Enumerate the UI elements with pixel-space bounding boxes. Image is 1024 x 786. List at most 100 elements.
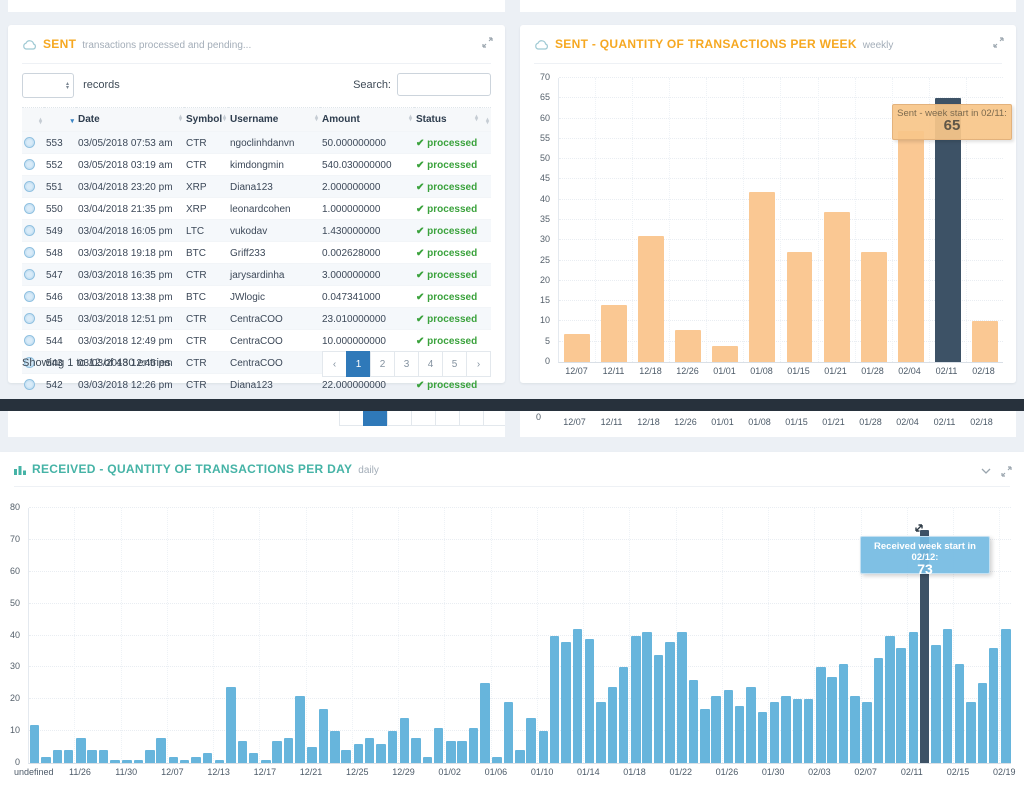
- bar[interactable]: [110, 760, 120, 763]
- bar[interactable]: [330, 731, 340, 763]
- table-row[interactable]: 55003/04/2018 21:35 pmXRPleonardcohen1.0…: [22, 198, 491, 220]
- bar[interactable]: [758, 712, 768, 763]
- bar[interactable]: [677, 632, 687, 763]
- bar[interactable]: [550, 636, 560, 764]
- bar[interactable]: [839, 664, 849, 763]
- bar[interactable]: [30, 725, 40, 763]
- bar[interactable]: [573, 629, 583, 763]
- bar[interactable]: [87, 750, 97, 763]
- bar[interactable]: [469, 728, 479, 763]
- column-header[interactable]: Amount▴▾: [320, 108, 414, 132]
- column-header[interactable]: ▴▾: [480, 108, 491, 132]
- table-row[interactable]: 54903/04/2018 16:05 pmLTCvukodav1.430000…: [22, 220, 491, 242]
- bar[interactable]: [134, 760, 144, 763]
- bar[interactable]: [735, 706, 745, 763]
- bar[interactable]: [122, 760, 132, 763]
- bar[interactable]: [619, 667, 629, 763]
- bar[interactable]: [874, 658, 884, 763]
- bar[interactable]: [261, 760, 271, 763]
- bar[interactable]: [781, 696, 791, 763]
- bar[interactable]: [180, 760, 190, 763]
- bar[interactable]: [504, 702, 514, 763]
- bar[interactable]: [411, 738, 421, 764]
- pagination-page[interactable]: [387, 411, 412, 426]
- bar[interactable]: [898, 131, 924, 362]
- pagination-page[interactable]: [411, 411, 436, 426]
- pagination-page[interactable]: [435, 411, 460, 426]
- table-row[interactable]: 54703/03/2018 16:35 pmCTRjarysardinha3.0…: [22, 264, 491, 286]
- bar[interactable]: [631, 636, 641, 764]
- bar[interactable]: [804, 699, 814, 763]
- bar[interactable]: [492, 757, 502, 763]
- bar[interactable]: [400, 718, 410, 763]
- bar[interactable]: [931, 645, 941, 763]
- row-detail-icon[interactable]: [24, 313, 35, 324]
- table-row[interactable]: 54503/03/2018 12:51 pmCTRCentraCOO23.010…: [22, 308, 491, 330]
- pagination-next[interactable]: [483, 411, 505, 426]
- bar[interactable]: [480, 683, 490, 763]
- bar[interactable]: [376, 744, 386, 763]
- chevron-down-icon[interactable]: [981, 468, 991, 475]
- table-row[interactable]: 54403/03/2018 12:49 pmCTRCentraCOO10.000…: [22, 330, 491, 352]
- bar[interactable]: [724, 690, 734, 763]
- bar[interactable]: [272, 741, 282, 763]
- bar[interactable]: [457, 741, 467, 763]
- bar[interactable]: [827, 677, 837, 763]
- bar[interactable]: [99, 750, 109, 763]
- row-detail-icon[interactable]: [24, 291, 35, 302]
- bar[interactable]: [53, 750, 63, 763]
- records-select[interactable]: ▴▾: [22, 73, 74, 98]
- bar[interactable]: [64, 750, 74, 763]
- table-row[interactable]: 55303/05/2018 07:53 amCTRngoclinhdanvn50…: [22, 132, 491, 154]
- column-header[interactable]: ▴▾: [22, 108, 44, 132]
- bar[interactable]: [515, 750, 525, 763]
- bar[interactable]: [972, 321, 998, 362]
- pagination-page[interactable]: 5: [442, 351, 467, 377]
- bar[interactable]: [989, 648, 999, 763]
- pagination-next[interactable]: ›: [466, 351, 491, 377]
- column-header[interactable]: ▾: [44, 108, 76, 132]
- bar[interactable]: [76, 738, 86, 764]
- bar[interactable]: [203, 753, 213, 763]
- bar[interactable]: [665, 642, 675, 763]
- row-detail-icon[interactable]: [24, 335, 35, 346]
- bar[interactable]: [861, 252, 887, 362]
- bar[interactable]: [423, 757, 433, 763]
- bar[interactable]: [319, 709, 329, 763]
- bar[interactable]: [689, 680, 699, 763]
- bar[interactable]: [824, 212, 850, 362]
- bar[interactable]: [608, 687, 618, 764]
- bar[interactable]: [909, 632, 919, 763]
- search-input[interactable]: [397, 73, 491, 96]
- column-header[interactable]: Date▴▾: [76, 108, 184, 132]
- bar[interactable]: [365, 738, 375, 764]
- bar[interactable]: [978, 683, 988, 763]
- bar[interactable]: [191, 757, 201, 763]
- bar[interactable]: [850, 696, 860, 763]
- column-header[interactable]: Username▴▾: [228, 108, 320, 132]
- row-detail-icon[interactable]: [24, 379, 35, 390]
- row-detail-icon[interactable]: [24, 159, 35, 170]
- bar[interactable]: [526, 718, 536, 763]
- column-header[interactable]: Status▴▾: [414, 108, 480, 132]
- bar[interactable]: [816, 667, 826, 763]
- bar[interactable]: [295, 696, 305, 763]
- bar[interactable]: [787, 252, 813, 362]
- bar[interactable]: [388, 731, 398, 763]
- bar[interactable]: [215, 760, 225, 763]
- pagination-page[interactable]: 4: [418, 351, 443, 377]
- bar[interactable]: [169, 757, 179, 763]
- table-row[interactable]: 55103/04/2018 23:20 pmXRPDiana1232.00000…: [22, 176, 491, 198]
- bar[interactable]: [596, 702, 606, 763]
- expand-icon[interactable]: [1001, 466, 1012, 477]
- bar[interactable]: [885, 636, 895, 764]
- row-detail-icon[interactable]: [24, 203, 35, 214]
- bar[interactable]: [561, 642, 571, 763]
- bar[interactable]: [564, 334, 590, 362]
- bar[interactable]: [284, 738, 294, 764]
- bar[interactable]: [749, 192, 775, 362]
- bar[interactable]: [354, 744, 364, 763]
- bar[interactable]: [601, 305, 627, 362]
- bar[interactable]: [943, 629, 953, 763]
- bar[interactable]: [793, 699, 803, 763]
